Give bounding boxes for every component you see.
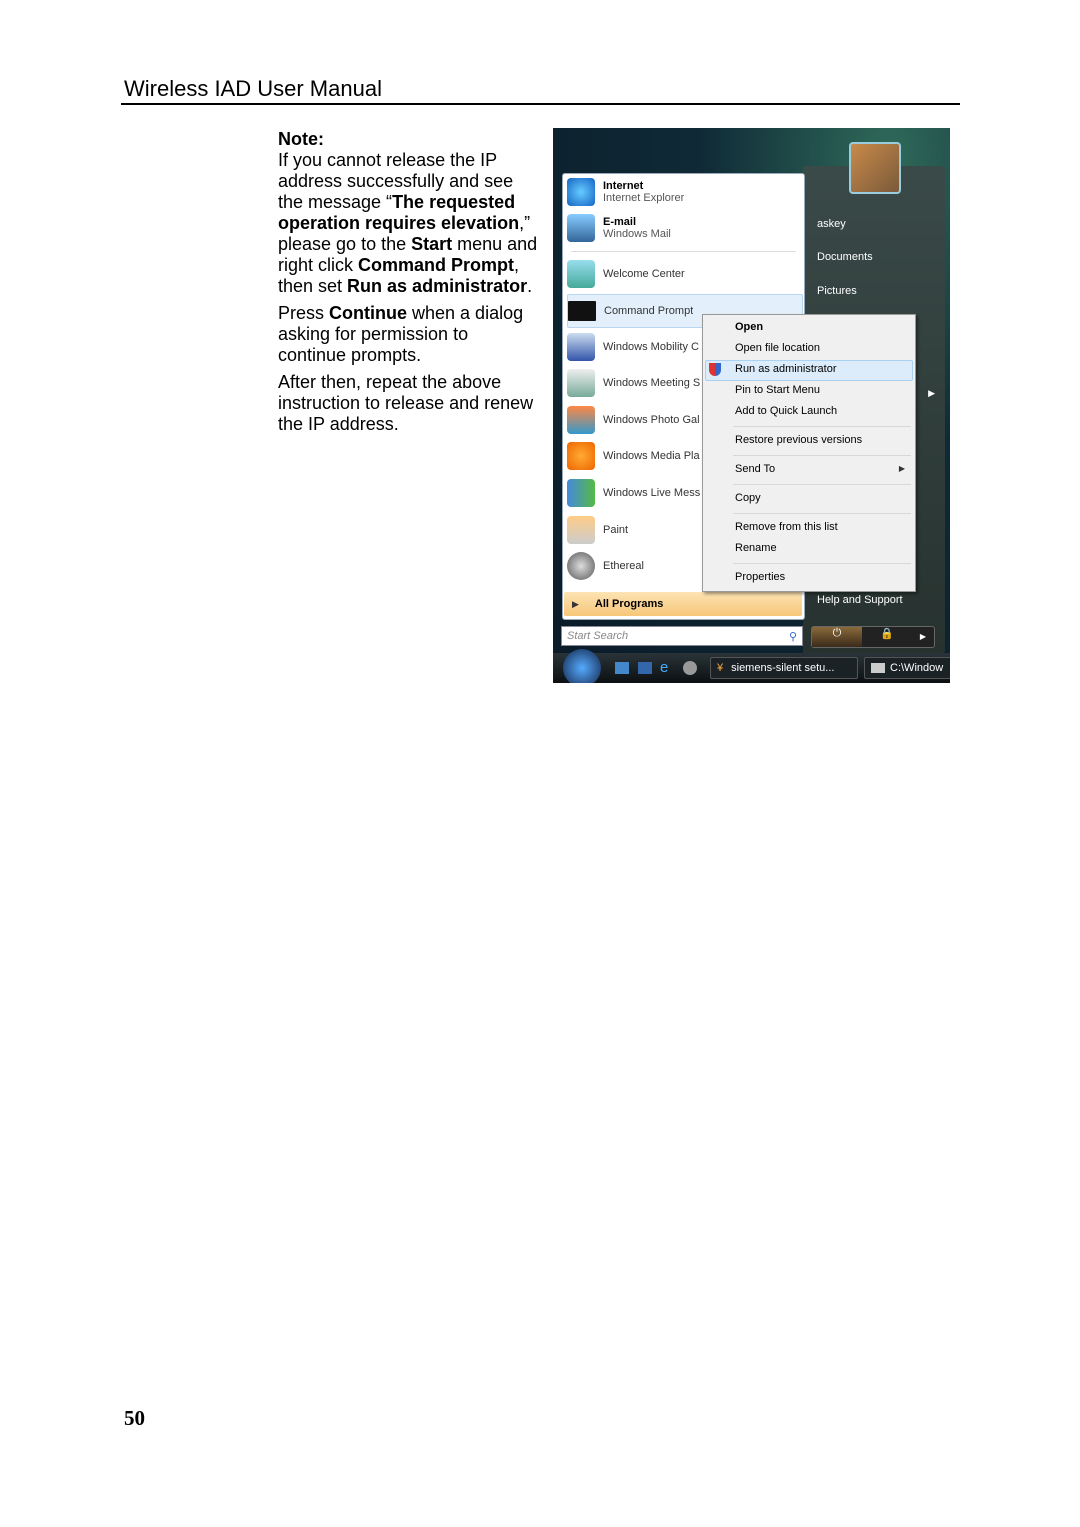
command-prompt-icon [871, 663, 885, 673]
separator [733, 513, 911, 514]
right-item-help[interactable]: Help and Support [817, 594, 903, 606]
start-search-input[interactable]: Start Search ⚲ [561, 626, 803, 646]
pinned-email[interactable]: E-mail Windows Mail [567, 212, 801, 244]
power-controls: ⏻ 🔒 ▶ [811, 626, 935, 648]
arrow-right-icon[interactable]: ▶ [928, 388, 935, 399]
windows-start-orb-icon[interactable] [563, 649, 601, 683]
page-number: 50 [124, 1406, 145, 1430]
right-item-user[interactable]: askey [817, 218, 846, 230]
right-item-documents[interactable]: Documents [817, 251, 873, 263]
placeholder: Start Search [567, 630, 629, 642]
text: . [527, 276, 533, 296]
photo-gallery-icon [567, 406, 595, 434]
text: Command Prompt [358, 255, 515, 275]
context-menu: Open Open file location Run as administr… [702, 314, 916, 592]
pinned-internet[interactable]: Internet Internet Explorer [567, 176, 801, 208]
power-icon[interactable]: ⏻ [812, 627, 862, 647]
switch-windows-icon[interactable] [638, 662, 652, 674]
label: Welcome Center [603, 268, 685, 280]
label: Paint [603, 524, 629, 536]
arrow-right-icon[interactable]: ▶ [912, 627, 934, 647]
sublabel: Internet Explorer [603, 192, 685, 204]
menu-open[interactable]: Open [735, 321, 763, 333]
live-messenger-icon [567, 479, 595, 507]
label: E-mail [603, 216, 637, 228]
label: Windows Media Pla [603, 450, 700, 462]
lock-icon[interactable]: 🔒 [862, 627, 912, 647]
separator [733, 484, 911, 485]
label: Windows Photo Gal [603, 414, 700, 426]
menu-run-as-administrator[interactable]: Run as administrator [735, 363, 837, 375]
text: Press [278, 303, 330, 323]
start-menu-screenshot: askey Documents Pictures Help and Suppor… [553, 128, 950, 683]
menu-add-quick-launch[interactable]: Add to Quick Launch [735, 405, 837, 417]
text: Continue [329, 303, 408, 323]
label: Windows Live Mess [603, 487, 701, 499]
search-icon[interactable]: ⚲ [789, 630, 797, 643]
meeting-space-icon [567, 369, 595, 397]
welcome-center-icon [567, 260, 595, 288]
text: Start [411, 234, 453, 254]
label: Ethereal [603, 560, 644, 572]
menu-rename[interactable]: Rename [735, 542, 777, 554]
divider [571, 251, 796, 252]
note-paragraph-2: Press Continue when a dialog asking for … [278, 303, 540, 366]
menu-open-file-location[interactable]: Open file location [735, 342, 820, 354]
note-paragraph-1: If you cannot release the IP address suc… [278, 150, 540, 297]
all-programs-button[interactable]: ▶ All Programs [564, 592, 802, 616]
label: C:\Window [890, 662, 944, 674]
paint-icon [567, 516, 595, 544]
separator [733, 455, 911, 456]
menu-restore-versions[interactable]: Restore previous versions [735, 434, 862, 446]
separator [733, 426, 911, 427]
mail-icon [567, 214, 595, 242]
command-prompt-icon [568, 301, 596, 321]
arrow-right-icon: ▶ [572, 598, 579, 609]
label: siemens-silent setu... [731, 662, 835, 674]
separator [733, 563, 911, 564]
document-header: Wireless IAD User Manual [124, 76, 382, 101]
label: Internet [603, 180, 644, 192]
note-paragraph-3: After then, repeat the above instruction… [278, 372, 534, 434]
menu-pin-to-start[interactable]: Pin to Start Menu [735, 384, 820, 396]
right-item-pictures[interactable]: Pictures [817, 285, 857, 297]
taskbar-button[interactable]: C:\Window [864, 657, 950, 679]
submenu-arrow-icon: ▶ [898, 464, 905, 473]
menu-remove[interactable]: Remove from this list [735, 521, 838, 533]
show-desktop-icon[interactable] [615, 662, 629, 674]
ethereal-icon [567, 552, 595, 580]
menu-copy[interactable]: Copy [735, 492, 761, 504]
internet-explorer-icon [567, 178, 595, 206]
internet-explorer-icon[interactable]: e [660, 659, 668, 676]
note-column: Note: If you cannot release the IP addre… [278, 129, 540, 441]
user-picture[interactable] [849, 142, 901, 194]
mobility-center-icon [567, 333, 595, 361]
menu-properties[interactable]: Properties [735, 571, 785, 583]
menu-send-to[interactable]: Send To [735, 463, 775, 475]
uac-shield-icon [709, 363, 721, 376]
taskbar-button[interactable]: ¥ siemens-silent setu... [710, 657, 858, 679]
note-heading: Note: [278, 129, 324, 149]
label: All Programs [594, 598, 664, 610]
header-rule [121, 103, 960, 105]
ethereal-icon[interactable] [683, 661, 697, 675]
paint-icon: ¥ [717, 662, 724, 674]
recent-item[interactable]: Welcome Center [567, 258, 801, 290]
manual-page: Wireless IAD User Manual Note: If you ca… [0, 0, 1080, 1527]
label: Windows Meeting S [603, 377, 701, 389]
label: Command Prompt [604, 305, 694, 317]
sublabel: Windows Mail [603, 228, 671, 240]
text: Run as administrator [347, 276, 528, 296]
media-player-icon [567, 442, 595, 470]
taskbar: e ¥ siemens-silent setu... C:\Window [553, 649, 950, 683]
label: Windows Mobility C [603, 341, 699, 353]
